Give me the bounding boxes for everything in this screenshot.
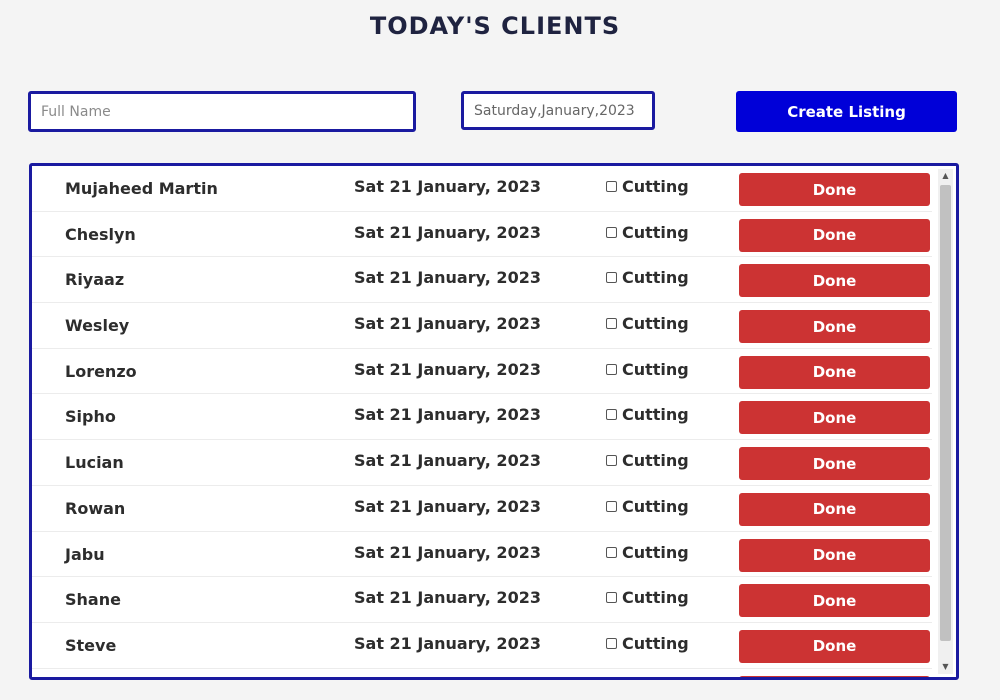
client-list[interactable]: Mujaheed Martin Sat 21 January, 2023 Cut…: [29, 163, 959, 680]
done-button[interactable]: Done: [739, 629, 930, 663]
client-rows: Mujaheed Martin Sat 21 January, 2023 Cut…: [32, 166, 932, 677]
client-date: Sat 21 January, 2023: [354, 542, 541, 562]
client-row: Mujaheed Martin Sat 21 January, 2023 Cut…: [32, 166, 932, 212]
client-date: Sat 21 January, 2023: [354, 268, 541, 288]
service-label: Cutting: [622, 633, 689, 653]
client-date: Sat 21 January, 2023: [354, 222, 541, 242]
client-row: Steve Sat 21 January, 2023 Cutting Done: [32, 623, 932, 669]
checkbox-icon[interactable]: [606, 318, 617, 330]
done-button[interactable]: Done: [739, 218, 930, 252]
checkbox-icon[interactable]: [606, 409, 617, 421]
client-name: Lorenzo: [65, 361, 137, 381]
checkbox-icon[interactable]: [606, 500, 617, 512]
client-date: Sat 21 January, 2023: [354, 451, 541, 471]
client-row: Cheslyn Sat 21 January, 2023 Cutting Don…: [32, 212, 932, 258]
client-name: Riyaaz: [65, 270, 125, 290]
client-date: Sat 21 January, 2023: [354, 177, 541, 196]
scroll-thumb[interactable]: [940, 185, 951, 641]
service-label: Cutting: [622, 496, 689, 516]
service-label: Cutting: [622, 588, 689, 608]
checkbox-icon[interactable]: [606, 455, 617, 467]
service-label: Cutting: [622, 222, 689, 242]
service-label: Cutting: [622, 405, 689, 425]
service-label: Cutting: [622, 314, 689, 334]
done-button[interactable]: Done: [739, 264, 930, 298]
client-name: Lucian: [65, 453, 124, 473]
checkbox-icon[interactable]: [606, 181, 617, 192]
arrow-down-icon[interactable]: ▼: [938, 660, 953, 674]
service-label: Cutting: [622, 359, 689, 379]
client-name: Mujaheed Martin: [65, 179, 218, 198]
checkbox-icon[interactable]: [606, 637, 617, 649]
client-name: Jabu: [65, 544, 105, 564]
client-row: Riyaaz Sat 21 January, 2023 Cutting Done: [32, 257, 932, 304]
checkbox-icon[interactable]: [606, 363, 617, 375]
client-row: Sipho Sat 21 January, 2023 Cutting Done: [32, 394, 932, 441]
client-row: Lorenzo Sat 21 January, 2023 Cutting Don…: [32, 349, 932, 395]
service-label: Cutting: [622, 268, 689, 288]
client-date: Sat 21 January, 2023: [354, 359, 541, 379]
date-input[interactable]: [461, 91, 655, 130]
service-checkbox-label[interactable]: Cutting: [606, 223, 689, 242]
service-checkbox-label[interactable]: Cutting: [606, 177, 689, 196]
service-checkbox-label[interactable]: Cutting: [606, 360, 689, 379]
client-row: Mark Sat 21 January, 2023 Cutting Done: [32, 669, 932, 677]
client-row: Wesley Sat 21 January, 2023 Cutting Done: [32, 303, 932, 349]
done-button[interactable]: Done: [739, 173, 930, 206]
client-date: Sat 21 January, 2023: [354, 314, 541, 334]
done-button[interactable]: Done: [739, 447, 930, 481]
done-button[interactable]: Done: [739, 401, 930, 435]
client-date: Sat 21 January, 2023: [354, 496, 541, 516]
client-name: Shane: [65, 590, 121, 610]
service-checkbox-label[interactable]: Cutting: [606, 543, 689, 562]
create-listing-button[interactable]: Create Listing: [736, 91, 957, 132]
service-checkbox-label[interactable]: Cutting: [606, 497, 689, 516]
checkbox-icon[interactable]: [606, 546, 617, 558]
client-row: Jabu Sat 21 January, 2023 Cutting Done: [32, 532, 932, 578]
client-name: Cheslyn: [65, 224, 136, 244]
service-label: Cutting: [622, 451, 689, 471]
client-name: Rowan: [65, 498, 126, 518]
client-name: Steve: [65, 635, 117, 655]
done-button[interactable]: Done: [739, 584, 930, 618]
done-button[interactable]: Done: [739, 355, 930, 389]
checkbox-icon[interactable]: [606, 272, 617, 284]
client-row: Lucian Sat 21 January, 2023 Cutting Done: [32, 440, 932, 486]
service-checkbox-label[interactable]: Cutting: [606, 634, 689, 653]
service-checkbox-label[interactable]: Cutting: [606, 588, 689, 607]
service-checkbox-label[interactable]: Cutting: [606, 314, 689, 333]
service-checkbox-label[interactable]: Cutting: [606, 268, 689, 287]
client-date: Sat 21 January, 2023: [354, 405, 541, 425]
done-button[interactable]: Done: [739, 310, 930, 344]
page: TODAY'S CLIENTS Create Listing Mujaheed …: [0, 0, 1000, 700]
done-button[interactable]: Done: [739, 492, 930, 526]
client-name: Sipho: [65, 407, 116, 427]
service-label: Cutting: [622, 542, 689, 562]
client-name: Wesley: [65, 316, 130, 336]
client-row: Shane Sat 21 January, 2023 Cutting Done: [32, 577, 932, 623]
done-button[interactable]: Done: [739, 538, 930, 572]
done-button[interactable]: Done: [739, 675, 930, 677]
checkbox-icon[interactable]: [606, 226, 617, 238]
full-name-input[interactable]: [28, 91, 416, 132]
client-date: Sat 21 January, 2023: [354, 633, 541, 653]
client-row: Rowan Sat 21 January, 2023 Cutting Done: [32, 486, 932, 532]
arrow-up-icon[interactable]: ▲: [938, 169, 953, 183]
service-checkbox-label[interactable]: Cutting: [606, 405, 689, 424]
checkbox-icon[interactable]: [606, 592, 617, 604]
service-label: Cutting: [622, 177, 689, 196]
service-checkbox-label[interactable]: Cutting: [606, 451, 689, 470]
client-date: Sat 21 January, 2023: [354, 588, 541, 608]
page-title: TODAY'S CLIENTS: [369, 12, 621, 40]
scrollbar[interactable]: ▲ ▼: [938, 169, 953, 674]
